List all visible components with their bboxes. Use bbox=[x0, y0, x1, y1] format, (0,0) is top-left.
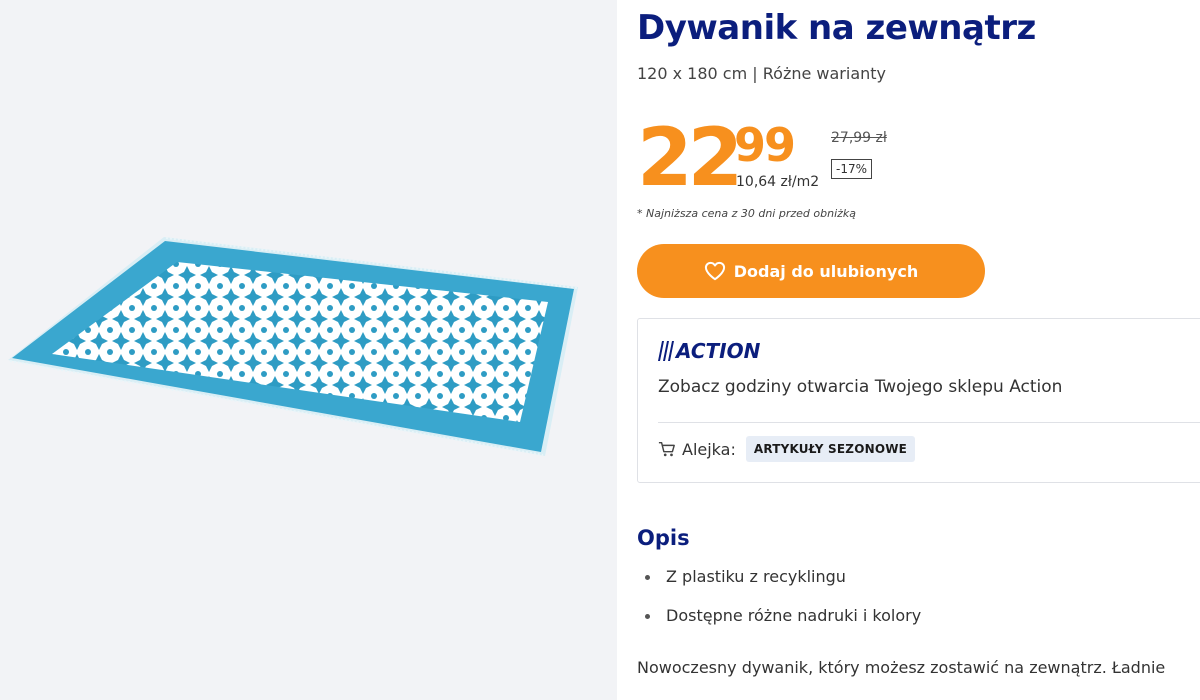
list-item: Dostępne różne nadruki i kolory bbox=[637, 604, 921, 643]
product-info: Dywanik na zewnątrz 120 x 180 cm | Różne… bbox=[637, 0, 1200, 700]
price-cents: 99 bbox=[734, 118, 796, 172]
product-image-panel bbox=[0, 0, 617, 700]
aisle-row: Alejka: ARTYKUŁY SEZONOWE bbox=[658, 434, 916, 464]
description-heading: Opis bbox=[637, 526, 690, 550]
action-logo-text: ACTION bbox=[676, 339, 761, 363]
aisle-label: Alejka: bbox=[682, 439, 736, 459]
store-hours-link[interactable]: Zobacz godziny otwarcia Twojego sklepu A… bbox=[658, 377, 1062, 397]
aisle-category-chip: ARTYKUŁY SEZONOWE bbox=[745, 436, 916, 462]
list-item: Z plastiku z recyklingu bbox=[637, 565, 921, 604]
price-whole: 22 bbox=[637, 111, 743, 204]
discount-badge: -17% bbox=[831, 159, 873, 179]
add-to-favorites-label: Dodaj do ulubionych bbox=[733, 261, 919, 281]
description-text: Nowoczesny dywanik, który możesz zostawi… bbox=[637, 658, 1166, 677]
description-bullets: Z plastiku z recyklingu Dostępne różne n… bbox=[637, 565, 921, 643]
old-price: 27,99 zł bbox=[831, 130, 887, 146]
unit-price: 10,64 zł/m2 bbox=[736, 174, 820, 190]
store-card: ACTION Zobacz godziny otwarcia Twojego s… bbox=[637, 318, 1200, 483]
rug-image bbox=[8, 237, 578, 456]
add-to-favorites-button[interactable]: Dodaj do ulubionych bbox=[637, 244, 985, 298]
cart-icon bbox=[658, 441, 675, 457]
logo-bars-icon bbox=[658, 341, 674, 361]
heart-icon bbox=[704, 261, 725, 281]
product-subtitle: 120 x 180 cm | Różne warianty bbox=[637, 64, 887, 83]
store-card-divider bbox=[658, 422, 1200, 423]
action-logo: ACTION bbox=[658, 339, 760, 363]
product-title: Dywanik na zewnątrz bbox=[637, 8, 1036, 48]
price-footnote: * Najniższa cena z 30 dni przed obniżką bbox=[637, 207, 857, 220]
